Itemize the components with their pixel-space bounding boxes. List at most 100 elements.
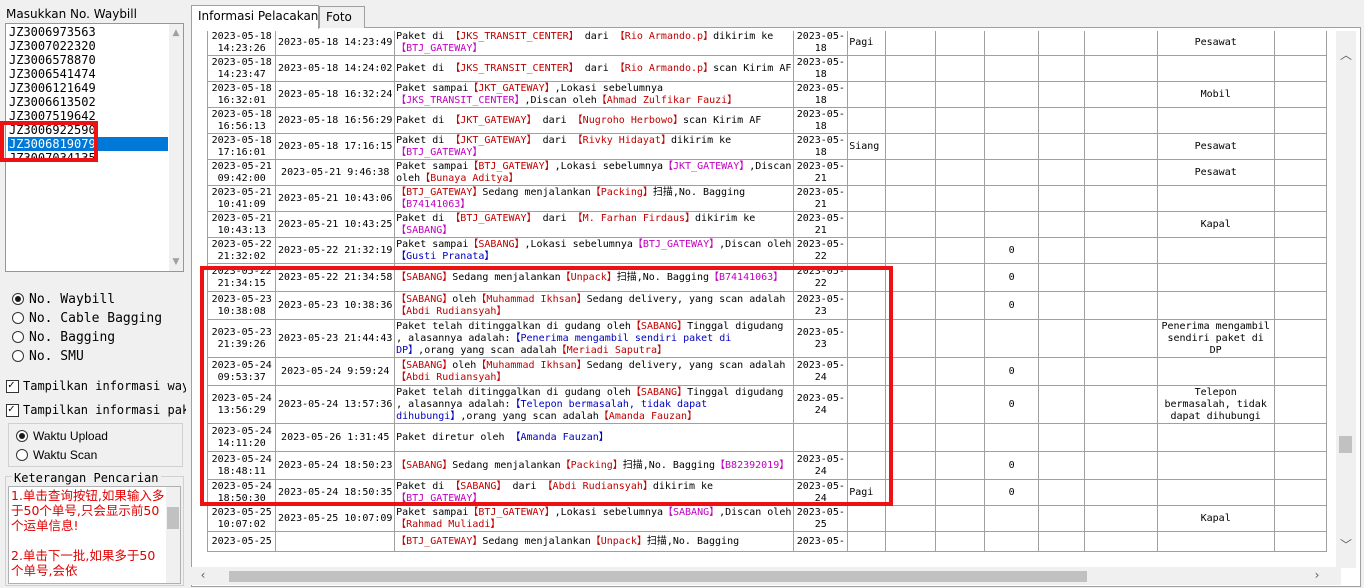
table-row[interactable]: 2023-05-25 【BTJ_GATEWAY】Sedang menjalanka…: [207, 531, 1327, 552]
description-segment: oleh: [452, 359, 477, 371]
empty-cell: [885, 319, 937, 358]
table-row[interactable]: 2023-05-24 18:48:11 2023-05-24 18:50:23 【S…: [207, 451, 1327, 480]
search-notes-box[interactable]: 1.单击查询按钮,如果输入多于50个单号,只会显示前50个运单信息! 2.单击下一…: [8, 486, 181, 584]
search-note: 1.单击查询按钮,如果输入多于50个单号,只会显示前50个运单信息!: [11, 488, 165, 533]
description-segment: dikirim ke: [652, 480, 714, 492]
description-segment: scan Kirim AF: [682, 114, 762, 126]
description-segment: 【Abdi Rudiansyah】: [396, 305, 507, 317]
description-segment: 【SABANG】: [396, 271, 453, 283]
tab-foto[interactable]: Foto: [319, 6, 365, 28]
time-option[interactable]: Waktu Scan: [16, 446, 97, 464]
search-type-option[interactable]: No. SMU: [12, 347, 84, 365]
count-cell: [984, 133, 1040, 160]
table-row[interactable]: 2023-05-24 18:50:30 2023-05-24 18:50:35 Pa…: [207, 479, 1327, 506]
table-row[interactable]: 2023-05-24 09:53:37 2023-05-24 9:59:24 【SA…: [207, 357, 1327, 386]
radio-icon[interactable]: [12, 293, 24, 305]
table-row[interactable]: 2023-05-23 21:39:26 2023-05-23 21:44:43 Pa…: [207, 319, 1327, 358]
table-row[interactable]: 2023-05-24 13:56:29 2023-05-24 13:57:36 Pa…: [207, 385, 1327, 424]
table-row[interactable]: 2023-05-22 21:32:02 2023-05-22 21:32:19 Pa…: [207, 237, 1327, 264]
radio-icon[interactable]: [12, 312, 24, 324]
table-row[interactable]: 2023-05-18 16:32:01 2023-05-18 16:32:24 Pa…: [207, 81, 1327, 108]
empty-cell: [885, 159, 937, 186]
checkbox-icon[interactable]: [6, 402, 19, 417]
display-option-checkbox[interactable]: Tampilkan informasi way: [6, 377, 186, 395]
table-row[interactable]: 2023-05-18 14:23:47 2023-05-18 14:24:02 Pa…: [207, 55, 1327, 82]
radio-icon[interactable]: [16, 430, 28, 442]
waybill-scrollbar[interactable]: ▲ ▼: [169, 24, 183, 271]
time-option[interactable]: Waktu Upload: [16, 427, 108, 445]
chevron-right-icon[interactable]: ›: [1309, 567, 1325, 583]
shift-cell: [847, 55, 887, 82]
radio-icon[interactable]: [16, 449, 28, 461]
empty-cell: [935, 531, 986, 552]
waybill-item[interactable]: JZ3007519642: [8, 109, 168, 123]
waybill-item[interactable]: JZ3006541474: [8, 67, 168, 81]
table-row[interactable]: 2023-05-21 10:41:09 2023-05-21 10:43:06 【B…: [207, 185, 1327, 212]
empty-cell: [935, 159, 986, 186]
description-cell: 【SABANG】oleh【Muhammad Ikhsan】Sedang deli…: [394, 291, 795, 320]
description-segment: Paket telah ditinggalkan di gudang oleh: [396, 320, 631, 332]
table-row[interactable]: 2023-05-18 16:56:13 2023-05-18 16:56:29 Pa…: [207, 107, 1327, 134]
waybill-item[interactable]: JZ3006922590: [8, 123, 168, 137]
transport-reason-cell: Kapal: [1156, 211, 1275, 238]
empty-cell: [935, 263, 986, 292]
table-row[interactable]: 2023-05-25 10:07:02 2023-05-25 10:07:09 Pa…: [207, 505, 1327, 532]
scan-time-cell: 2023-05-18 14:23:47: [207, 55, 277, 82]
waybill-item[interactable]: JZ3006819079: [8, 137, 168, 151]
description-segment: 【Packing】: [590, 186, 653, 198]
search-type-option[interactable]: No. Bagging: [12, 328, 115, 346]
empty-cell: [935, 357, 986, 386]
scroll-down-icon[interactable]: ▼: [169, 255, 183, 269]
transport-reason-cell: [1156, 423, 1275, 452]
chevron-down-icon[interactable]: ﹀: [1338, 537, 1354, 553]
horizontal-scroll-thumb[interactable]: [229, 571, 1087, 582]
waybill-input[interactable]: JZ3006973563 JZ3007022320 JZ3006578870 JZ30…: [5, 23, 184, 272]
table-row[interactable]: 2023-05-21 10:43:13 2023-05-21 10:43:25 Pa…: [207, 211, 1327, 238]
radio-icon[interactable]: [12, 350, 24, 362]
description-segment: 【SABANG】: [396, 293, 453, 305]
description-cell: 【BTJ_GATEWAY】Sedang menjalankan【Unpack】扫…: [394, 531, 795, 552]
description-segment: 【B82392019】: [715, 459, 790, 471]
empty-cell: [1083, 31, 1158, 56]
tab-informasi-pelacakan[interactable]: Informasi Pelacakan: [191, 5, 319, 29]
search-type-option[interactable]: No. Cable Bagging: [12, 309, 162, 327]
vertical-scroll-thumb[interactable]: [1339, 436, 1352, 453]
radio-icon[interactable]: [12, 331, 24, 343]
table-row[interactable]: 2023-05-21 09:42:00 2023-05-21 9:46:38 Pak…: [207, 159, 1327, 186]
waybill-list[interactable]: JZ3006973563 JZ3007022320 JZ3006578870 JZ30…: [8, 25, 168, 165]
chevron-left-icon[interactable]: ‹: [195, 567, 211, 583]
waybill-item[interactable]: JZ3006613502: [8, 95, 168, 109]
empty-cell: [1038, 133, 1085, 160]
search-type-option[interactable]: No. Waybill: [12, 290, 115, 308]
waybill-item[interactable]: JZ3006973563: [8, 25, 168, 39]
display-option-checkbox[interactable]: Tampilkan informasi pak: [6, 401, 186, 419]
notes-scrollbar[interactable]: [166, 487, 180, 583]
checkbox-icon[interactable]: [6, 378, 19, 393]
table-row[interactable]: 2023-05-23 10:38:08 2023-05-23 10:38:36 【S…: [207, 291, 1327, 320]
waybill-item[interactable]: JZ3007022320: [8, 39, 168, 53]
table-row[interactable]: 2023-05-24 14:11:20 2023-05-26 1:31:45 Pak…: [207, 423, 1327, 452]
waybill-item[interactable]: JZ3006121649: [8, 81, 168, 95]
date-cell: 2023-05-18: [793, 107, 849, 134]
table-row[interactable]: 2023-05-18 14:23:26 2023-05-18 14:23:49 Pa…: [207, 31, 1327, 56]
description-segment: Paket sampai: [396, 160, 469, 172]
notes-scroll-thumb[interactable]: [167, 507, 179, 529]
waybill-item[interactable]: JZ3006578870: [8, 53, 168, 67]
empty-cell: [1038, 291, 1085, 320]
empty-cell: [1273, 385, 1327, 424]
empty-cell: [935, 55, 986, 82]
table-row[interactable]: 2023-05-18 17:16:01 2023-05-18 17:16:15 Pa…: [207, 133, 1327, 160]
table-vertical-scrollbar[interactable]: ︿ ﹀: [1336, 31, 1356, 568]
empty-cell: [885, 357, 937, 386]
shift-cell: [847, 237, 887, 264]
table-horizontal-scrollbar[interactable]: ‹ ›: [191, 567, 1341, 585]
waybill-item[interactable]: JZ3007034135: [8, 151, 168, 165]
empty-cell: [1038, 185, 1085, 212]
chevron-up-icon[interactable]: ︿: [1338, 47, 1354, 63]
scan-time-cell: 2023-05-23 10:38:08: [207, 291, 277, 320]
scroll-up-icon[interactable]: ▲: [169, 26, 183, 40]
description-cell: 【SABANG】Sedang menjalankan【Packing】扫描,No…: [394, 451, 795, 480]
empty-cell: [935, 451, 986, 480]
table-row[interactable]: 2023-05-22 21:34:15 2023-05-22 21:34:58 【S…: [207, 263, 1327, 292]
description-segment: 【BTJ_GATEWAY】: [396, 535, 483, 547]
